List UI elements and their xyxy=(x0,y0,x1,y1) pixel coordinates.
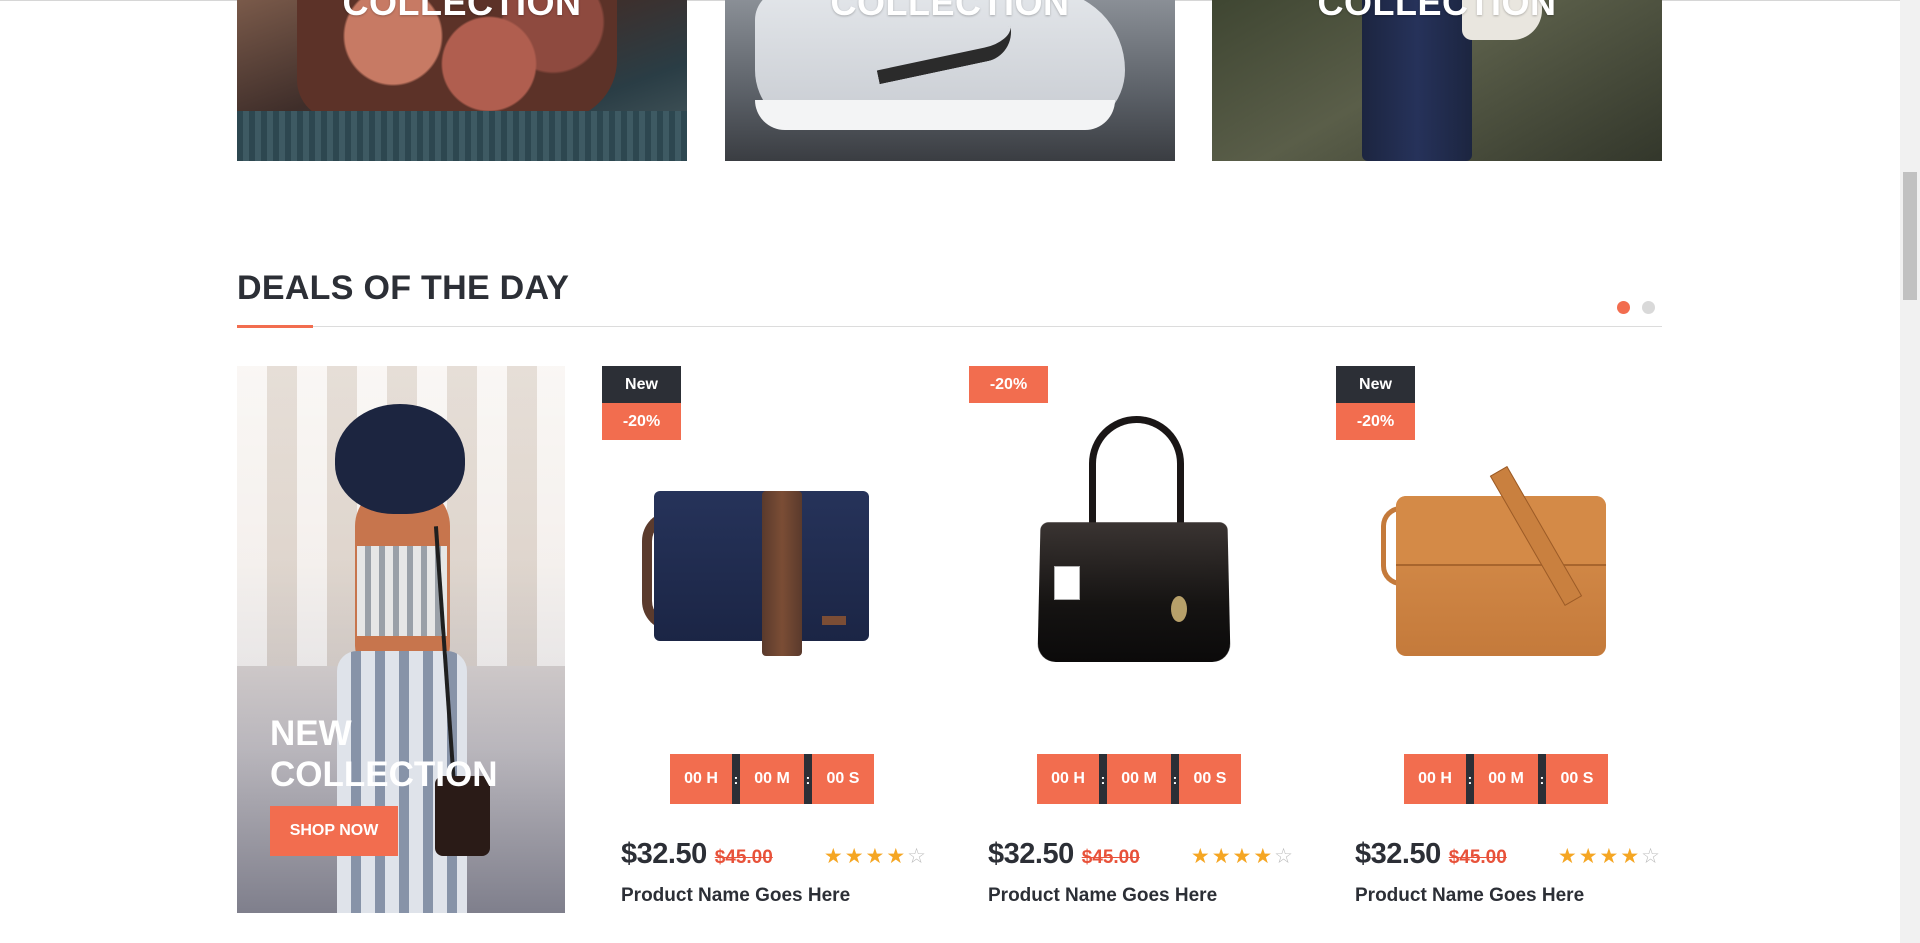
timer-separator: : xyxy=(732,754,740,804)
timer-separator: : xyxy=(1099,754,1107,804)
collection-ground xyxy=(237,111,687,161)
carousel-dot-2[interactable] xyxy=(1642,301,1655,314)
rating-stars: ★ ★ ★ ★ ☆ xyxy=(824,846,926,867)
product-price: $32.50 xyxy=(988,838,1074,870)
bag-tag xyxy=(1054,566,1080,600)
product-image[interactable] xyxy=(642,411,882,661)
rating-stars: ★ ★ ★ ★ ☆ xyxy=(1191,846,1293,867)
product-old-price: $45.00 xyxy=(1448,847,1507,868)
star-filled-icon: ★ xyxy=(1620,845,1640,868)
collection-banner-shoes[interactable]: COLLECTION xyxy=(725,0,1175,161)
star-filled-icon: ★ xyxy=(1557,845,1577,868)
bag-flap xyxy=(762,491,802,656)
product-old-price: $45.00 xyxy=(714,847,773,868)
section-title: DEALS OF THE DAY xyxy=(237,269,570,307)
star-filled-icon: ★ xyxy=(844,845,864,868)
section-title-accent xyxy=(237,325,313,328)
shop-now-button[interactable]: SHOP NOW xyxy=(270,806,398,856)
star-filled-icon: ★ xyxy=(1232,845,1252,868)
star-filled-icon: ★ xyxy=(1211,845,1231,868)
countdown-timer: 00 H : 00 M : 00 S xyxy=(1404,754,1608,804)
timer-seconds: 00 S xyxy=(1546,754,1608,804)
timer-minutes: 00 M xyxy=(1107,754,1171,804)
collection-shoe-sole xyxy=(755,100,1115,130)
product-price: $32.50 xyxy=(1355,838,1441,870)
bag-flap xyxy=(1396,496,1606,566)
timer-minutes: 00 M xyxy=(1474,754,1538,804)
star-filled-icon: ★ xyxy=(1190,845,1210,868)
timer-hours: 00 H xyxy=(1037,754,1099,804)
product-card[interactable]: -20% 00 H : 00 M : 00 S $32.50 $45.00 ★ ★… xyxy=(969,366,1309,906)
carousel-pagination xyxy=(1617,301,1655,314)
star-filled-icon: ★ xyxy=(1599,845,1619,868)
promo-title: NEW COLLECTION xyxy=(270,713,530,795)
product-name[interactable]: Product Name Goes Here xyxy=(621,885,850,907)
star-empty-icon: ☆ xyxy=(1274,845,1293,868)
rating-stars: ★ ★ ★ ★ ☆ xyxy=(1558,846,1660,867)
bag-tag xyxy=(822,616,846,625)
timer-separator: : xyxy=(1171,754,1179,804)
badge-new: New xyxy=(602,366,681,403)
star-empty-icon: ☆ xyxy=(907,845,926,868)
price-row: $32.50 $45.00 ★ ★ ★ ★ ☆ xyxy=(1355,838,1660,871)
product-price: $32.50 xyxy=(621,838,707,870)
timer-separator: : xyxy=(1466,754,1474,804)
promo-title-line1: NEW xyxy=(270,714,352,753)
section-divider xyxy=(237,326,1662,327)
star-filled-icon: ★ xyxy=(823,845,843,868)
timer-separator: : xyxy=(804,754,812,804)
product-card[interactable]: New -20% 00 H : 00 M : 00 S $32.50 $45.0… xyxy=(1336,366,1676,906)
promo-model-hat xyxy=(335,404,465,514)
product-image[interactable] xyxy=(1376,411,1616,661)
timer-minutes: 00 M xyxy=(740,754,804,804)
price-row: $32.50 $45.00 ★ ★ ★ ★ ☆ xyxy=(988,838,1293,871)
collection-title: COLLECTION xyxy=(830,0,1070,23)
bag-charm xyxy=(1171,596,1187,622)
scrollbar-thumb[interactable] xyxy=(1903,172,1917,300)
timer-seconds: 00 S xyxy=(812,754,874,804)
timer-seconds: 00 S xyxy=(1179,754,1241,804)
star-filled-icon: ★ xyxy=(886,845,906,868)
star-empty-icon: ☆ xyxy=(1641,845,1660,868)
promo-title-line2: COLLECTION xyxy=(270,755,498,794)
countdown-timer: 00 H : 00 M : 00 S xyxy=(670,754,874,804)
promo-model-top xyxy=(357,546,447,636)
price-row: $32.50 $45.00 ★ ★ ★ ★ ☆ xyxy=(621,838,926,871)
collection-title: COLLECTION xyxy=(342,0,582,23)
product-name[interactable]: Product Name Goes Here xyxy=(988,885,1217,907)
collection-banner-bags[interactable]: COLLECTION xyxy=(237,0,687,161)
collection-banner-clothing[interactable]: COLLECTION xyxy=(1212,0,1662,161)
product-image[interactable] xyxy=(1009,411,1249,662)
star-filled-icon: ★ xyxy=(1578,845,1598,868)
product-name[interactable]: Product Name Goes Here xyxy=(1355,885,1584,907)
carousel-dot-1[interactable] xyxy=(1617,301,1630,314)
collection-jeans-image xyxy=(1362,0,1472,161)
promo-banner[interactable]: NEW COLLECTION SHOP NOW xyxy=(237,366,565,913)
badge-discount: -20% xyxy=(969,366,1048,403)
star-filled-icon: ★ xyxy=(1253,845,1273,868)
collection-title: COLLECTION xyxy=(1317,0,1557,23)
page-scrollbar[interactable] xyxy=(1900,0,1920,943)
countdown-timer: 00 H : 00 M : 00 S xyxy=(1037,754,1241,804)
timer-hours: 00 H xyxy=(670,754,732,804)
star-filled-icon: ★ xyxy=(865,845,885,868)
timer-separator: : xyxy=(1538,754,1546,804)
badge-new: New xyxy=(1336,366,1415,403)
product-card[interactable]: New -20% 00 H : 00 M : 00 S $32.50 $45.0… xyxy=(602,366,942,906)
product-old-price: $45.00 xyxy=(1081,847,1140,868)
timer-hours: 00 H xyxy=(1404,754,1466,804)
